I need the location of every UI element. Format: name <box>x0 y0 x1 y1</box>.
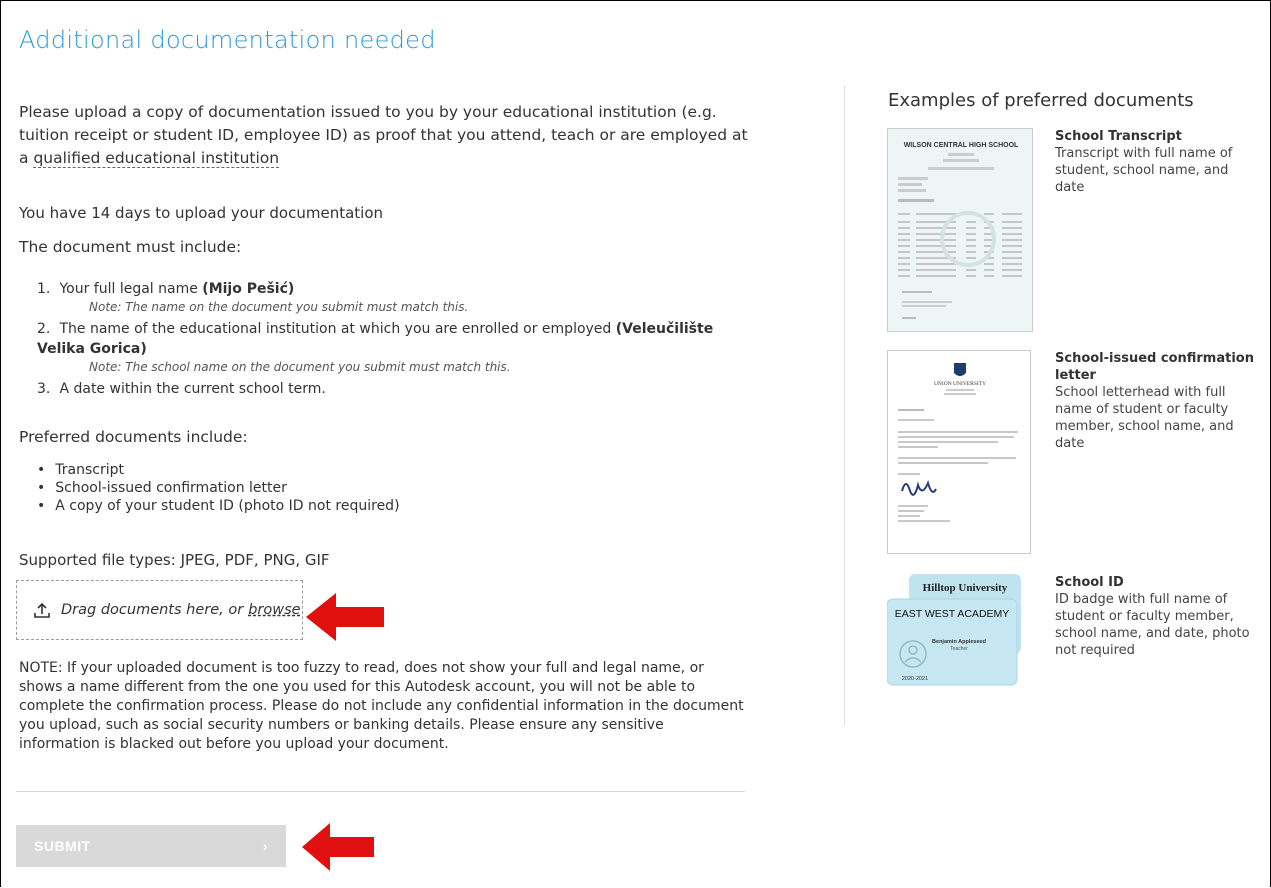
transcript-image: WILSON CENTRAL HIGH SCHOOL <box>887 128 1033 332</box>
deadline-text: You have 14 days to upload your document… <box>19 204 384 222</box>
column-divider <box>844 86 845 726</box>
item-note: Note: The school name on the document yo… <box>89 360 511 374</box>
transcript-desc: Transcript with full name of student, sc… <box>1055 146 1233 195</box>
divider <box>16 791 745 792</box>
list-item: A copy of your student ID (photo ID not … <box>37 497 399 515</box>
list-item: 3. A date within the current school term… <box>37 379 757 399</box>
intro-text: Please upload a copy of documentation is… <box>19 101 759 170</box>
list-item: 1. Your full legal name (Mijo Pešić) Not… <box>37 279 757 315</box>
preferred-heading: Preferred documents include: <box>19 428 248 446</box>
letter-university-name: UNION UNIVERSITY <box>934 381 986 387</box>
browse-link[interactable]: browse <box>248 602 300 618</box>
item-number: 3. <box>37 381 51 397</box>
submit-label: SUBMIT <box>34 838 91 854</box>
upload-dropzone[interactable]: Drag documents here, or browse <box>16 580 303 640</box>
chevron-right-icon: › <box>262 838 268 854</box>
id-card-year: 2020-2021 <box>902 676 928 682</box>
transcript-description: School Transcript Transcript with full n… <box>1055 128 1255 196</box>
id-front-title: EAST WEST ACADEMY <box>895 608 1010 620</box>
examples-heading: Examples of preferred documents <box>888 90 1194 111</box>
confirmation-letter-description: School-issued confirmation letter School… <box>1055 350 1255 452</box>
school-id-image: Hilltop University EAST WEST ACADEMY Ben… <box>886 574 1037 686</box>
school-id-description: School ID ID badge with full name of stu… <box>1055 574 1255 659</box>
arrow-pointer-icon <box>306 593 384 641</box>
confirmation-letter-image: UNION UNIVERSITY <box>887 350 1031 554</box>
file-types-text: Supported file types: JPEG, PDF, PNG, GI… <box>19 551 330 569</box>
list-item: 2. The name of the educational instituti… <box>37 319 757 375</box>
preferred-list: Transcript School-issued confirmation le… <box>37 461 400 515</box>
confirmation-letter-desc: School letterhead with full name of stud… <box>1055 385 1234 451</box>
id-card-role: Teacher <box>950 646 968 652</box>
item-text: Your full legal name <box>59 281 198 297</box>
upload-icon <box>34 602 50 618</box>
qualified-institution-link[interactable]: qualified educational institution <box>33 149 280 168</box>
id-back-title: Hilltop University <box>923 582 1008 594</box>
item-text: A date within the current school term. <box>59 381 326 397</box>
transcript-school-name: WILSON CENTRAL HIGH SCHOOL <box>904 142 1019 149</box>
item-number: 1. <box>37 281 51 297</box>
dropzone-text: Drag documents here, or <box>61 602 244 618</box>
requirements-list: 1. Your full legal name (Mijo Pešić) Not… <box>37 279 757 403</box>
submit-button[interactable]: SUBMIT › <box>16 825 286 867</box>
school-id-heading: School ID <box>1055 575 1124 590</box>
item-note: Note: The name on the document you submi… <box>89 300 469 314</box>
item-value: (Mijo Pešić) <box>202 281 295 297</box>
id-card-name: Benjamin Appleseed <box>932 639 986 645</box>
list-item: Transcript <box>37 461 400 479</box>
confirmation-letter-heading: School-issued confirmation letter <box>1055 351 1254 383</box>
item-number: 2. <box>37 321 51 337</box>
arrow-pointer-icon <box>302 823 374 871</box>
must-include-heading: The document must include: <box>19 238 242 256</box>
transcript-heading: School Transcript <box>1055 129 1182 144</box>
item-text: The name of the educational institution … <box>59 321 612 337</box>
upload-note: NOTE: If your uploaded document is too f… <box>19 660 744 752</box>
page-title: Additional documentation needed <box>19 26 436 54</box>
list-item: School-issued confirmation letter <box>37 479 400 497</box>
school-id-desc: ID badge with full name of student or fa… <box>1055 592 1250 658</box>
